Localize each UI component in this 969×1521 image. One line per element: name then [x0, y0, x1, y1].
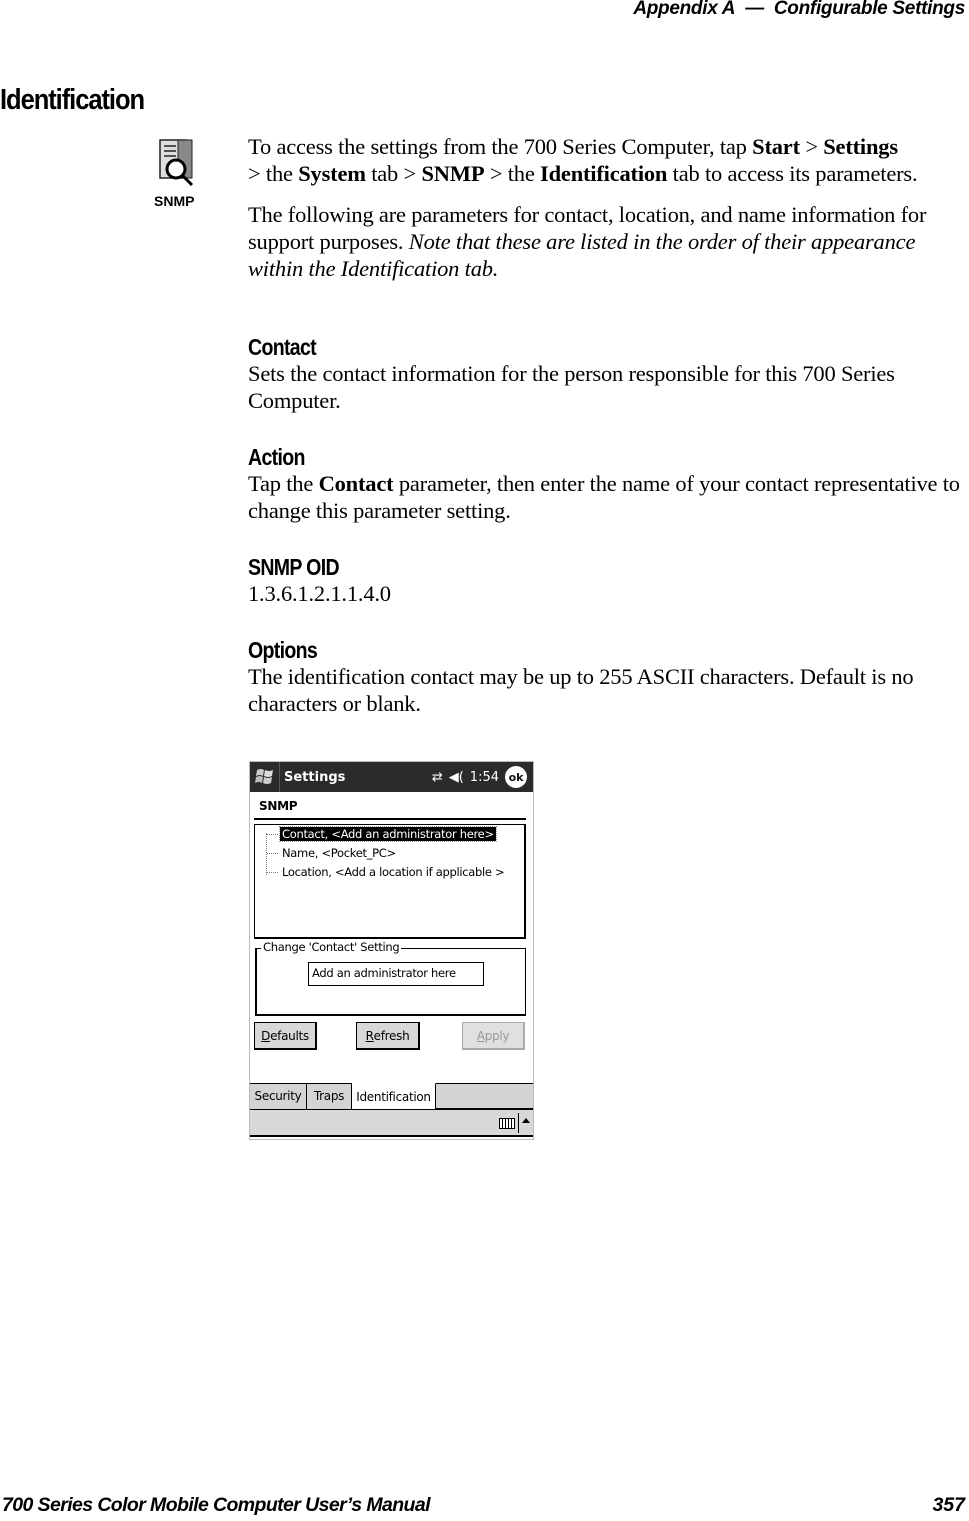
page-heading: SNMP — [259, 799, 298, 813]
settings-ref: Settings — [823, 134, 898, 159]
volume-icon[interactable]: ◀︎( — [449, 770, 464, 785]
oid-heading: SNMP OID — [248, 554, 340, 580]
options-heading: Options — [248, 637, 318, 663]
header-chapter: Configurable Settings — [773, 0, 965, 19]
description-paragraph: The following are parameters for contact… — [248, 202, 927, 281]
refresh-button[interactable]: Refresh — [356, 1022, 420, 1050]
snmp-icon-label: SNMP — [154, 193, 194, 209]
page-number: 357 — [932, 1494, 965, 1516]
tab-security[interactable]: Security — [250, 1083, 307, 1109]
connectivity-icon[interactable]: ⇄ — [432, 770, 443, 785]
change-setting-group: Change 'Contact' Setting Add an administ… — [255, 940, 526, 1016]
action-block: Action Tap the Contact parameter, then e… — [248, 444, 964, 524]
sip-separator — [518, 1113, 519, 1133]
keyboard-icon[interactable] — [499, 1118, 515, 1129]
action-text: Tap the Contact parameter, then enter th… — [248, 471, 960, 523]
contact-block: Contact Sets the contact information for… — [248, 334, 964, 414]
identification-tab-ref: Identification — [540, 161, 668, 186]
tree-item-contact[interactable]: Contact, <Add an administrator here> — [267, 826, 497, 842]
options-block: Options The identification contact may b… — [248, 637, 964, 717]
group-label: Change 'Contact' Setting — [261, 940, 402, 954]
contact-heading: Contact — [248, 334, 317, 360]
contact-text: Sets the contact information for the per… — [248, 361, 895, 413]
action-heading: Action — [248, 444, 305, 470]
heading-divider — [254, 818, 526, 820]
tab-traps[interactable]: Traps — [307, 1083, 352, 1109]
section-title: Identification — [0, 84, 145, 116]
oid-block: SNMP OID 1.3.6.1.2.1.1.4.0 — [248, 554, 964, 607]
status-area: ⇄ ◀︎( 1:54 ok — [432, 766, 527, 788]
start-flag-icon[interactable] — [250, 762, 280, 792]
menu-bar — [250, 1109, 533, 1137]
tree-item-name[interactable]: Name, <Pocket_PC> — [267, 845, 398, 861]
pocketpc-screenshot: Settings ⇄ ◀︎( 1:54 ok SNMP Contact, <Ad… — [249, 761, 534, 1140]
access-path-paragraph: To access the settings from the 700 Seri… — [248, 134, 918, 186]
system-tab-ref: System — [298, 161, 366, 186]
sip-arrow-icon[interactable] — [522, 1118, 530, 1123]
options-text: The identification contact may be up to … — [248, 664, 914, 716]
apply-button: Apply — [462, 1022, 525, 1050]
clock[interactable]: 1:54 — [470, 770, 499, 785]
header-separator: — — [745, 0, 764, 19]
oid-value: 1.3.6.1.2.1.1.4.0 — [248, 581, 391, 606]
snmp-icon: SNMP — [152, 138, 204, 210]
defaults-button[interactable]: Defaults — [254, 1022, 317, 1050]
tab-identification[interactable]: Identification — [352, 1083, 436, 1109]
window-title: Settings — [284, 769, 346, 785]
start-menu-ref: Start — [752, 134, 800, 159]
running-header: Appendix A — Configurable Settings — [633, 0, 965, 20]
tab-strip: Security Traps Identification — [250, 1083, 533, 1109]
ok-button[interactable]: ok — [505, 766, 527, 788]
contact-input[interactable]: Add an administrator here — [308, 962, 484, 986]
titlebar: Settings ⇄ ◀︎( 1:54 ok — [250, 762, 533, 792]
manual-title: 700 Series Color Mobile Computer User’s … — [2, 1494, 431, 1516]
snmp-ref: SNMP — [421, 161, 485, 186]
tab-strip-filler — [436, 1083, 533, 1109]
tree-item-location[interactable]: Location, <Add a location if applicable … — [267, 864, 506, 880]
parameter-tree[interactable]: Contact, <Add an administrator here> Nam… — [254, 824, 526, 939]
header-appendix: Appendix A — [633, 0, 736, 19]
intro-block: To access the settings from the 700 Seri… — [248, 133, 964, 282]
